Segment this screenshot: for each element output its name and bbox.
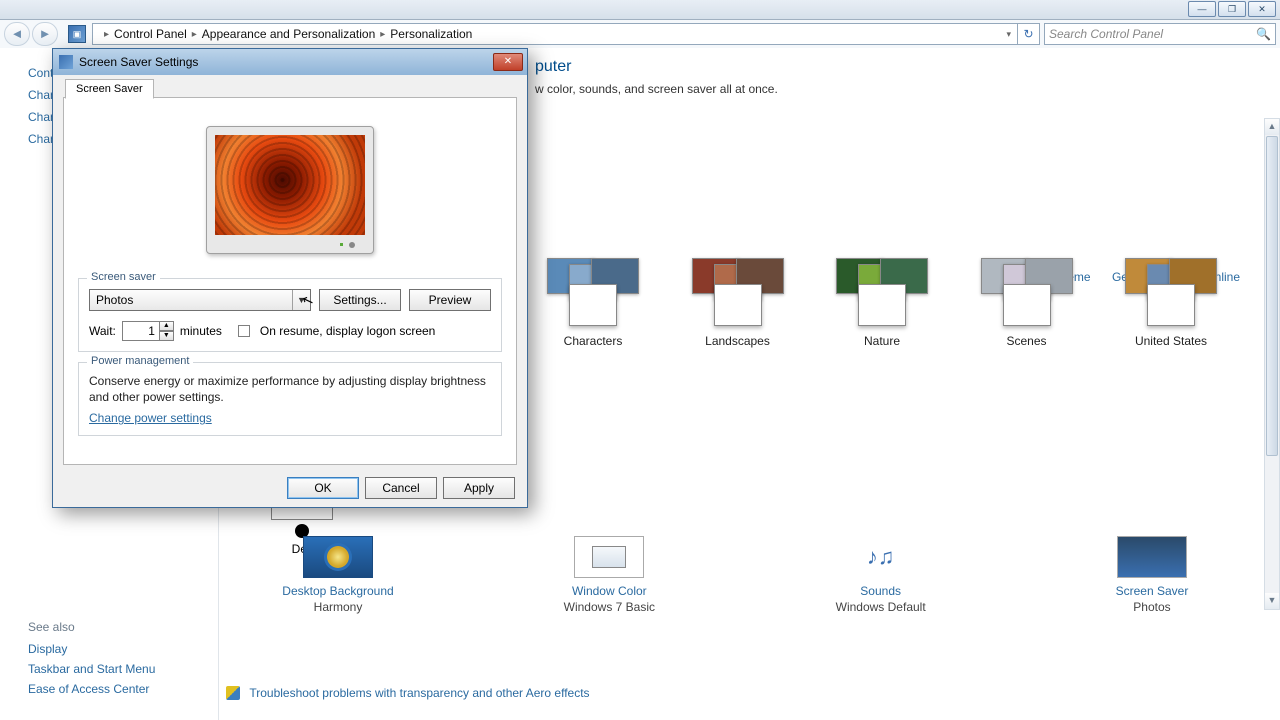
- wait-spinner[interactable]: ▲ ▼: [122, 321, 174, 341]
- sidebar-mouse-pointers[interactable]: Change mouse pointers: [28, 110, 52, 124]
- back-button[interactable]: ◄: [4, 22, 30, 46]
- dialog-close-button[interactable]: ✕: [493, 53, 523, 71]
- dialog-body: Screen saver Photos ▼ ↖ Settings... Prev…: [63, 97, 517, 465]
- spin-up-icon[interactable]: ▲: [160, 321, 174, 331]
- sounds-icon: ♪♫: [846, 536, 916, 578]
- power-management-text: Conserve energy or maximize performance …: [89, 373, 491, 405]
- theme-united-states[interactable]: United States: [1106, 258, 1236, 348]
- tab-screen-saver[interactable]: Screen Saver: [65, 79, 154, 99]
- resume-label: On resume, display logon screen: [260, 324, 435, 338]
- search-icon[interactable]: 🔍: [1256, 27, 1271, 41]
- window-color-tile[interactable]: Window Color Windows 7 Basic: [509, 536, 709, 614]
- sidebar-account-picture[interactable]: Change your account picture: [28, 132, 52, 146]
- power-management-fieldset: Power management Conserve energy or maxi…: [78, 362, 502, 436]
- change-power-settings-link[interactable]: Change power settings: [89, 411, 491, 425]
- maximize-button[interactable]: ❐: [1218, 1, 1246, 17]
- wait-label: Wait:: [89, 324, 116, 338]
- address-dropdown-icon[interactable]: ▾: [1006, 29, 1011, 40]
- shield-icon: [226, 686, 240, 700]
- main-scrollbar[interactable]: ▲ ▼: [1264, 118, 1280, 610]
- sidebar-desktop-icons[interactable]: Change desktop icons: [28, 88, 52, 102]
- refresh-button[interactable]: ↻: [1018, 23, 1040, 45]
- scroll-thumb[interactable]: [1266, 136, 1278, 456]
- sounds-tile[interactable]: ♪♫ Sounds Windows Default: [781, 536, 981, 614]
- screen-saver-icon: [1117, 536, 1187, 578]
- dialog-title: Screen Saver Settings: [79, 55, 198, 69]
- spin-down-icon[interactable]: ▼: [160, 331, 174, 341]
- dialog-icon: [59, 55, 73, 69]
- minimize-button[interactable]: —: [1188, 1, 1216, 17]
- breadcrumb-level2[interactable]: Personalization: [390, 27, 472, 41]
- theme-landscapes[interactable]: Landscapes: [673, 258, 803, 348]
- screen-saver-tile[interactable]: Screen Saver Photos: [1052, 536, 1252, 614]
- window-color-icon: [574, 536, 644, 578]
- themes-row: Characters Landscapes Nature Scenes Unit…: [528, 258, 1236, 348]
- sidebar-home[interactable]: Control Panel Home: [28, 66, 52, 80]
- dialog-footer: OK Cancel Apply: [53, 469, 527, 507]
- theme-characters[interactable]: Characters: [528, 258, 658, 348]
- resume-checkbox[interactable]: [238, 325, 250, 337]
- see-also-display[interactable]: Display: [28, 642, 155, 656]
- screen-saver-dialog: Screen Saver Settings ✕ Screen Saver Scr…: [52, 48, 528, 508]
- see-also-header: See also: [28, 620, 155, 634]
- troubleshoot-link[interactable]: Troubleshoot problems with transparency …: [226, 685, 590, 700]
- screensaver-fieldset: Screen saver Photos ▼ ↖ Settings... Prev…: [78, 278, 502, 352]
- screensaver-preview-image: [215, 135, 365, 235]
- desktop-background-icon: [303, 536, 373, 578]
- minutes-label: minutes: [180, 324, 222, 338]
- preview-button[interactable]: Preview: [409, 289, 491, 311]
- apply-button[interactable]: Apply: [443, 477, 515, 499]
- nav-toolbar: ◄ ► ▣ ▸ Control Panel ▸ Appearance and P…: [0, 20, 1280, 48]
- search-input[interactable]: Search Control Panel 🔍: [1044, 23, 1276, 45]
- bottom-settings-row: Desktop Background Harmony Window Color …: [238, 536, 1252, 614]
- screensaver-preview-monitor: [206, 126, 374, 254]
- desktop-background-tile[interactable]: Desktop Background Harmony: [238, 536, 438, 614]
- screensaver-select[interactable]: Photos ▼ ↖: [89, 289, 311, 311]
- control-panel-icon: ▣: [68, 25, 86, 43]
- ok-button[interactable]: OK: [287, 477, 359, 499]
- theme-scenes[interactable]: Scenes: [962, 258, 1092, 348]
- scroll-down-icon[interactable]: ▼: [1265, 593, 1279, 609]
- cancel-button[interactable]: Cancel: [365, 477, 437, 499]
- wait-input[interactable]: [122, 321, 160, 341]
- settings-button[interactable]: Settings...: [319, 289, 401, 311]
- close-window-button[interactable]: ✕: [1248, 1, 1276, 17]
- see-also-taskbar[interactable]: Taskbar and Start Menu: [28, 662, 155, 676]
- breadcrumb-level1[interactable]: Appearance and Personalization: [202, 27, 375, 41]
- address-breadcrumb[interactable]: ▸ Control Panel ▸ Appearance and Persona…: [92, 23, 1018, 45]
- see-also-ease[interactable]: Ease of Access Center: [28, 682, 155, 696]
- forward-button[interactable]: ►: [32, 22, 58, 46]
- dialog-titlebar[interactable]: Screen Saver Settings ✕: [53, 49, 527, 75]
- window-titlebar: — ❐ ✕: [0, 0, 1280, 20]
- theme-nature[interactable]: Nature: [817, 258, 947, 348]
- search-placeholder: Search Control Panel: [1049, 27, 1163, 41]
- scroll-up-icon[interactable]: ▲: [1265, 119, 1279, 135]
- breadcrumb-root[interactable]: Control Panel: [114, 27, 187, 41]
